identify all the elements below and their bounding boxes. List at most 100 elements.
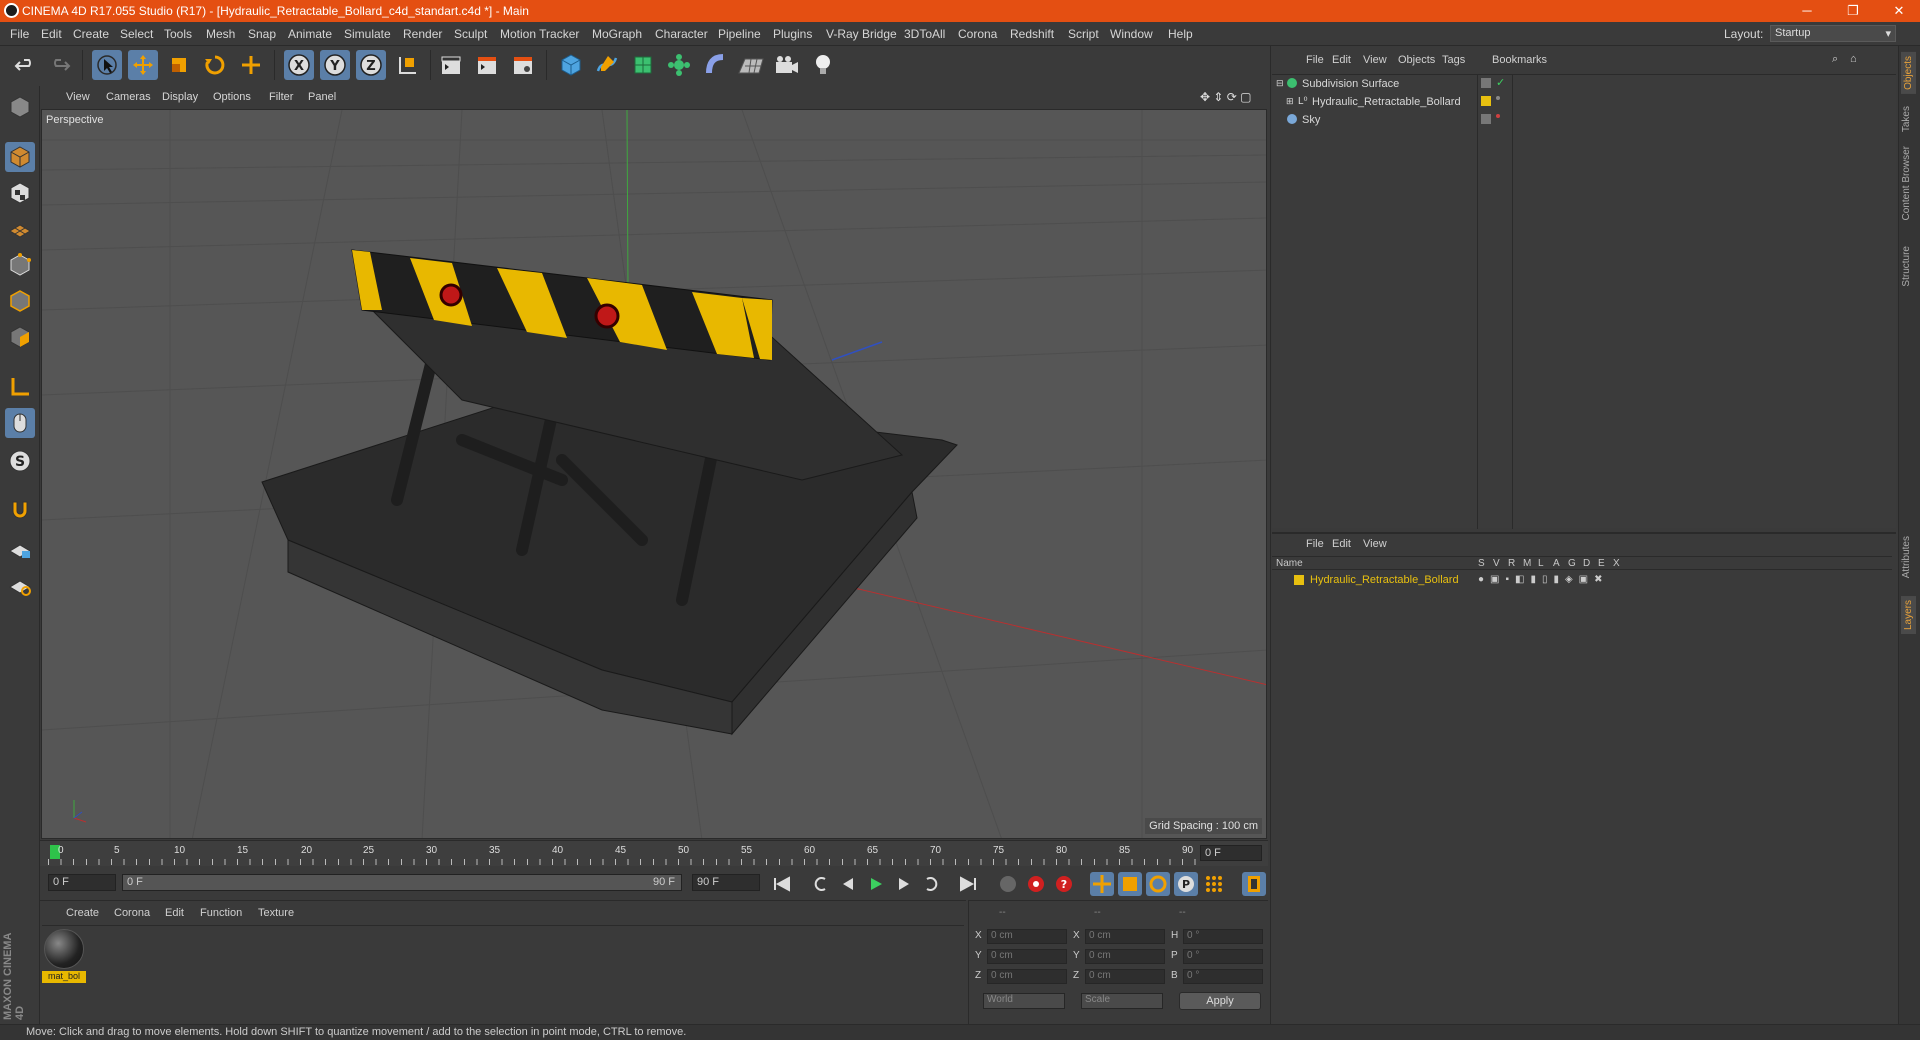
size-y-field[interactable]: 0 cm bbox=[1085, 949, 1165, 964]
object-menu-objects[interactable]: Objects bbox=[1398, 54, 1435, 66]
apply-button[interactable]: Apply bbox=[1179, 992, 1261, 1010]
add-generator-button[interactable] bbox=[628, 50, 658, 80]
layer-toggle-icon[interactable] bbox=[1481, 114, 1491, 124]
menu-pipeline[interactable]: Pipeline bbox=[718, 27, 761, 41]
add-deformer-button[interactable] bbox=[700, 50, 730, 80]
visibility-dot-icon[interactable] bbox=[1496, 96, 1500, 100]
rotate-tool-button[interactable] bbox=[200, 50, 230, 80]
tab-content-browser[interactable]: Content Browser bbox=[1901, 146, 1912, 220]
motion-path-button[interactable] bbox=[996, 872, 1020, 896]
search-icon[interactable]: ⌕ bbox=[1832, 53, 1838, 66]
goto-previous-key-button[interactable] bbox=[808, 872, 832, 896]
size-x-field[interactable]: 0 cm bbox=[1085, 929, 1165, 944]
menu-render[interactable]: Render bbox=[403, 27, 442, 41]
key-position-button[interactable] bbox=[1090, 872, 1114, 896]
tweak-mode-button[interactable] bbox=[5, 408, 35, 438]
start-frame-field[interactable]: 0 F bbox=[48, 874, 116, 891]
material-menu-create[interactable]: Create bbox=[66, 907, 99, 919]
points-mode-button[interactable] bbox=[5, 250, 35, 280]
menu-create[interactable]: Create bbox=[73, 27, 109, 41]
live-selection-button[interactable] bbox=[92, 50, 122, 80]
viewport-navigate-icon[interactable]: ✥ ⇕ ⟳ ▢ bbox=[1200, 90, 1252, 104]
layer-row[interactable]: Hydraulic_Retractable_Bollard ●▣▪◧▮▯▮◈▣✖ bbox=[1272, 572, 1892, 590]
viewport-menu-panel[interactable]: Panel bbox=[308, 91, 336, 103]
rotation-h-field[interactable]: 0 ° bbox=[1183, 929, 1263, 944]
menu-help[interactable]: Help bbox=[1168, 27, 1193, 41]
goto-next-key-button[interactable] bbox=[920, 872, 944, 896]
menu-mograph[interactable]: MoGraph bbox=[592, 27, 642, 41]
position-y-field[interactable]: 0 cm bbox=[987, 949, 1067, 964]
goto-end-button[interactable] bbox=[956, 872, 980, 896]
viewport-menu-cameras[interactable]: Cameras bbox=[106, 91, 151, 103]
viewport-menu-filter[interactable]: Filter bbox=[269, 91, 293, 103]
key-parameter-button[interactable]: P bbox=[1174, 872, 1198, 896]
x-axis-lock-button[interactable]: X bbox=[284, 50, 314, 80]
coordinate-mode-select[interactable]: World bbox=[983, 993, 1065, 1009]
add-camera-button[interactable] bbox=[772, 50, 802, 80]
expand-icon[interactable]: ⊞ bbox=[1286, 96, 1294, 107]
viewport-camera-label[interactable]: Perspective bbox=[46, 114, 103, 126]
size-z-field[interactable]: 0 cm bbox=[1085, 969, 1165, 984]
object-menu-file[interactable]: File bbox=[1306, 54, 1324, 66]
record-button[interactable] bbox=[1024, 872, 1048, 896]
move-tool-button[interactable] bbox=[128, 50, 158, 80]
material-menu-texture[interactable]: Texture bbox=[258, 907, 294, 919]
object-row[interactable]: Sky bbox=[1272, 111, 1892, 129]
add-cube-button[interactable] bbox=[556, 50, 586, 80]
play-button[interactable] bbox=[864, 872, 888, 896]
timeline-ruler[interactable]: 0 5 10 15 20 25 30 35 40 45 50 55 60 65 … bbox=[40, 840, 1268, 866]
menu-simulate[interactable]: Simulate bbox=[344, 27, 391, 41]
render-view-button[interactable] bbox=[436, 50, 466, 80]
edges-mode-button[interactable] bbox=[5, 286, 35, 316]
menu-corona[interactable]: Corona bbox=[958, 27, 997, 41]
autokey-button[interactable]: ? bbox=[1052, 872, 1076, 896]
polygons-mode-button[interactable] bbox=[5, 322, 35, 352]
layer-color-icon[interactable] bbox=[1481, 96, 1491, 106]
viewport-menu-display[interactable]: Display bbox=[162, 91, 198, 103]
play-backward-button[interactable] bbox=[836, 872, 860, 896]
menu-mesh[interactable]: Mesh bbox=[206, 27, 235, 41]
layer-toggle-icon[interactable] bbox=[1481, 78, 1491, 88]
layer-flag-icons[interactable]: ●▣▪◧▮▯▮◈▣✖ bbox=[1478, 574, 1609, 585]
menu-plugins[interactable]: Plugins bbox=[773, 27, 812, 41]
coordinate-system-button[interactable] bbox=[392, 50, 422, 80]
object-menu-edit[interactable]: Edit bbox=[1332, 54, 1351, 66]
menu-select[interactable]: Select bbox=[120, 27, 153, 41]
planar-workplane-button[interactable] bbox=[5, 570, 35, 600]
timeline-window-button[interactable] bbox=[1242, 872, 1266, 896]
solo-button[interactable]: S bbox=[5, 446, 35, 476]
render-picture-viewer-button[interactable] bbox=[472, 50, 502, 80]
workplane-mode-button[interactable] bbox=[5, 212, 35, 242]
tab-attributes[interactable]: Attributes bbox=[1901, 536, 1912, 578]
position-z-field[interactable]: 0 cm bbox=[987, 969, 1067, 984]
object-menu-tags[interactable]: Tags bbox=[1442, 54, 1465, 66]
lock-workplane-button[interactable] bbox=[5, 534, 35, 564]
menu-file[interactable]: File bbox=[10, 27, 29, 41]
object-row[interactable]: ⊟ Subdivision Surface ✓ bbox=[1272, 75, 1892, 93]
rotation-p-field[interactable]: 0 ° bbox=[1183, 949, 1263, 964]
goto-start-button[interactable] bbox=[770, 872, 794, 896]
redo-button[interactable] bbox=[45, 50, 75, 80]
viewport-menu-view[interactable]: View bbox=[66, 91, 90, 103]
maximize-button[interactable]: ❐ bbox=[1830, 0, 1876, 22]
snap-button[interactable] bbox=[5, 494, 35, 524]
collapse-icon[interactable]: ⊟ bbox=[1276, 78, 1284, 89]
texture-mode-button[interactable] bbox=[5, 178, 35, 208]
scale-tool-button[interactable] bbox=[164, 50, 194, 80]
tab-structure[interactable]: Structure bbox=[1901, 246, 1912, 287]
key-rotation-button[interactable] bbox=[1146, 872, 1170, 896]
minimize-button[interactable]: ─ bbox=[1784, 0, 1830, 22]
layer-menu-file[interactable]: File bbox=[1306, 538, 1324, 550]
close-button[interactable]: ✕ bbox=[1876, 0, 1920, 22]
menu-tools[interactable]: Tools bbox=[164, 27, 192, 41]
size-mode-select[interactable]: Scale bbox=[1081, 993, 1163, 1009]
menu-window[interactable]: Window bbox=[1110, 27, 1153, 41]
home-icon[interactable]: ⌂ bbox=[1850, 53, 1857, 65]
add-light-button[interactable] bbox=[808, 50, 838, 80]
object-menu-bookmarks[interactable]: Bookmarks bbox=[1492, 54, 1547, 66]
recent-tool-button[interactable] bbox=[236, 50, 266, 80]
menu-redshift[interactable]: Redshift bbox=[1010, 27, 1054, 41]
object-menu-view[interactable]: View bbox=[1363, 54, 1387, 66]
tab-objects[interactable]: Objects bbox=[1901, 52, 1916, 94]
material-menu-corona[interactable]: Corona bbox=[114, 907, 150, 919]
